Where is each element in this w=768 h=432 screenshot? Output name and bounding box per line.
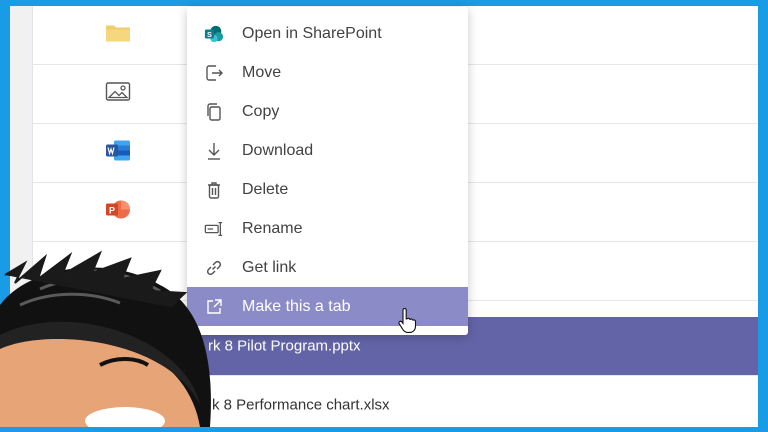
file-name: k 8 Performance chart.xlsx <box>212 396 390 414</box>
menu-item-open-in-sharepoint[interactable]: S Open in SharePoint <box>187 14 468 53</box>
menu-item-label: Move <box>242 63 282 81</box>
menu-item-label: Download <box>242 141 314 159</box>
svg-text:S: S <box>207 29 212 38</box>
menu-item-rename[interactable]: Rename <box>187 209 468 248</box>
menu-item-make-this-a-tab[interactable]: Make this a tab <box>187 287 468 326</box>
menu-item-label: Get link <box>242 258 297 276</box>
sharepoint-icon: S <box>204 24 224 44</box>
menu-item-label: Rename <box>242 219 303 237</box>
powerpoint-file-icon: P <box>105 199 131 226</box>
hand-pointer-cursor-icon <box>397 307 417 339</box>
menu-item-get-link[interactable]: Get link <box>187 248 468 287</box>
rename-icon <box>204 219 224 239</box>
trash-icon <box>204 180 224 200</box>
copy-icon <box>204 102 224 122</box>
move-icon <box>204 63 224 83</box>
menu-item-move[interactable]: Move <box>187 53 468 92</box>
menu-item-label: Open in SharePoint <box>242 24 382 42</box>
menu-item-label: Copy <box>242 102 280 120</box>
menu-item-copy[interactable]: Copy <box>187 92 468 131</box>
download-icon <box>204 141 224 161</box>
menu-item-label: Delete <box>242 180 289 198</box>
menu-item-label: Make this a tab <box>242 297 351 315</box>
file-name: rk 8 Pilot Program.pptx <box>208 337 361 355</box>
svg-text:P: P <box>109 206 115 216</box>
word-file-icon <box>105 140 131 167</box>
image-file-icon <box>105 81 131 108</box>
menu-item-delete[interactable]: Delete <box>187 170 468 209</box>
folder-icon <box>105 23 131 48</box>
menu-item-download[interactable]: Download <box>187 131 468 170</box>
file-context-menu: S Open in SharePoint Move Copy Download … <box>187 7 468 335</box>
presenter-avatar-image <box>0 245 215 432</box>
